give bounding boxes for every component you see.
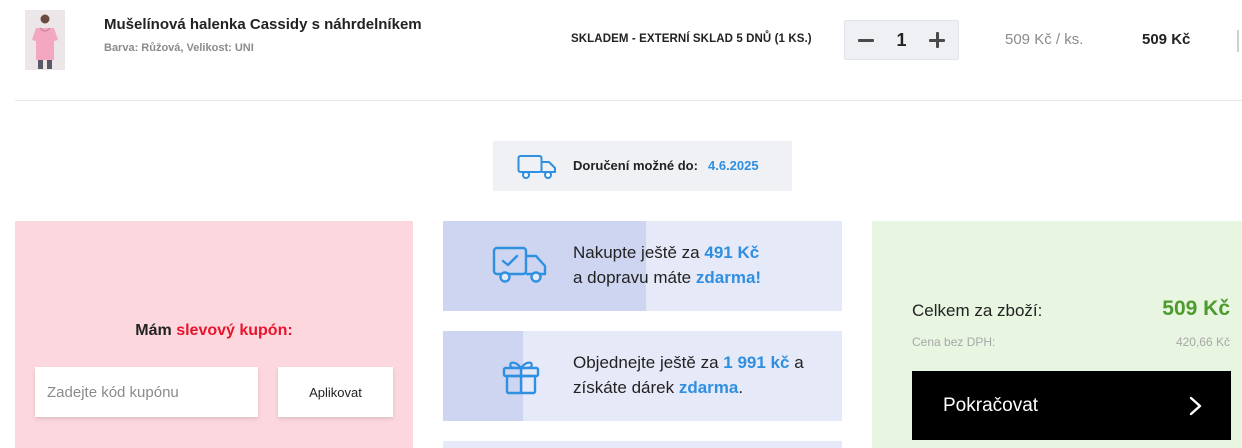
- free-shipping-line-1: Nakupte ještě za 491 Kč: [573, 240, 761, 265]
- free-shipping-line-2: a dopravu máte zdarma!: [573, 265, 761, 290]
- continue-label: Pokračovat: [943, 395, 1039, 416]
- price-without-vat-value: 420,66 Kč: [1175, 335, 1230, 349]
- order-summary: Celkem za zboží: 509 Kč Cena bez DPH: 42…: [872, 221, 1242, 448]
- increase-quantity-button[interactable]: [918, 21, 956, 59]
- gift-amount: 1 991 kč: [723, 353, 790, 372]
- delivery-date: 4.6.2025: [708, 158, 759, 173]
- next-promo-panel: [443, 441, 842, 448]
- gift-line-1: Objednejte ještě za 1 991 kč a: [573, 350, 804, 375]
- gift-line-2-prefix: získáte dárek: [573, 378, 675, 397]
- gift-promo: Objednejte ještě za 1 991 kč a získáte d…: [443, 331, 842, 421]
- remove-item-icon[interactable]: [1237, 30, 1239, 52]
- coupon-title: Mám slevový kupón:: [15, 322, 413, 340]
- gift-prefix: Objednejte ještě za: [573, 353, 719, 372]
- product-thumbnail[interactable]: [25, 10, 65, 70]
- delivery-estimate: Doručení možné do: 4.6.2025: [493, 141, 792, 191]
- stock-status: SKLADEM - EXTERNÍ SKLAD 5 DNŮ (1 KS.): [571, 33, 812, 45]
- delivery-label: Doručení možné do:: [573, 158, 698, 173]
- price-without-vat-label: Cena bez DPH:: [912, 335, 996, 349]
- product-photo-icon: [25, 10, 65, 70]
- product-name[interactable]: Mušelínová halenka Cassidy s náhrdelníke…: [104, 16, 422, 33]
- coupon-title-accent: slevový kupón:: [176, 322, 293, 339]
- free-shipping-suffix: a dopravu máte: [573, 268, 692, 287]
- item-total-price: 509 Kč: [1142, 31, 1191, 48]
- coupon-panel: Mám slevový kupón: Aplikovat: [15, 221, 413, 448]
- free-shipping-amount: 491 Kč: [704, 243, 760, 262]
- gift-accent: zdarma: [678, 378, 739, 397]
- chevron-right-icon: [1189, 396, 1202, 416]
- apply-coupon-button[interactable]: Aplikovat: [278, 367, 393, 417]
- quantity-stepper: 1: [844, 20, 959, 60]
- continue-button[interactable]: Pokračovat: [912, 371, 1231, 440]
- delivery-truck-check-icon: [492, 246, 547, 283]
- cart-item-row: Mušelínová halenka Cassidy s náhrdelníke…: [0, 0, 1242, 101]
- free-shipping-promo: Nakupte ještě za 491 Kč a dopravu máte z…: [443, 221, 842, 311]
- product-variant: Barva: Růžová, Velikost: UNI: [104, 42, 254, 54]
- gift-line-2-suffix: .: [738, 378, 744, 397]
- free-shipping-text: Nakupte ještě za 491 Kč a dopravu máte z…: [573, 240, 761, 290]
- gift-line-1-suffix: a: [794, 353, 804, 372]
- goods-total-value: 509 Kč: [1162, 297, 1230, 320]
- gift-icon: [502, 361, 540, 395]
- quantity-value[interactable]: 1: [885, 30, 918, 51]
- gift-text: Objednejte ještě za 1 991 kč a získáte d…: [573, 350, 804, 400]
- gift-line-2: získáte dárek zdarma.: [573, 375, 804, 400]
- decrease-quantity-button[interactable]: [847, 21, 885, 59]
- truck-icon: [517, 155, 556, 179]
- free-shipping-accent: zdarma!: [695, 268, 762, 287]
- free-shipping-prefix: Nakupte ještě za: [573, 243, 700, 262]
- unit-price: 509 Kč / ks.: [1005, 31, 1084, 48]
- coupon-code-input[interactable]: [35, 367, 258, 417]
- coupon-title-prefix: Mám: [135, 322, 172, 339]
- goods-total-label: Celkem za zboží:: [912, 301, 1043, 320]
